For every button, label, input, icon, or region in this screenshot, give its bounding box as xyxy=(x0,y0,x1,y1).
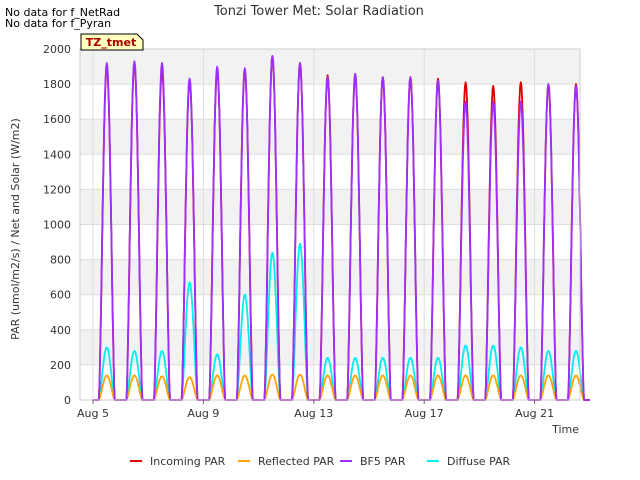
x-tick-label: Aug 13 xyxy=(294,407,333,420)
grid-band xyxy=(80,294,580,330)
y-tick-label: 1400 xyxy=(43,148,71,161)
legend-label: Reflected PAR xyxy=(258,455,335,468)
y-tick-label: 1800 xyxy=(43,78,71,91)
y-tick-label: 600 xyxy=(50,289,71,302)
legend-label: Incoming PAR xyxy=(150,455,226,468)
x-tick-label: Aug 17 xyxy=(405,407,444,420)
y-tick-label: 1600 xyxy=(43,113,71,126)
y-tick-label: 400 xyxy=(50,324,71,337)
x-axis-label: Time xyxy=(551,423,579,436)
legend-label: BF5 PAR xyxy=(360,455,406,468)
grid-band xyxy=(80,189,580,225)
badge-label: TZ_tmet xyxy=(86,36,136,49)
y-tick-label: 200 xyxy=(50,359,71,372)
y-tick-label: 2000 xyxy=(43,43,71,56)
x-tick-label: Aug 21 xyxy=(515,407,554,420)
grid-band xyxy=(80,259,580,295)
solar-radiation-chart: 0 200 400 600 800 1000 1200 1400 1600 1800 2000 Au… xyxy=(9,4,590,468)
grid-band xyxy=(80,49,580,85)
x-axis-ticks: Aug 5 Aug 9 Aug 13 Aug 17 Aug 21 xyxy=(77,400,554,420)
x-tick-label: Aug 5 xyxy=(77,407,109,420)
y-tick-label: 1000 xyxy=(43,219,71,232)
chart-title: Tonzi Tower Met: Solar Radiation xyxy=(213,4,424,19)
y-tick-label: 1200 xyxy=(43,183,71,196)
grid-band xyxy=(80,224,580,260)
y-tick-label: 0 xyxy=(64,394,71,407)
x-tick-label: Aug 9 xyxy=(187,407,219,420)
y-axis-ticks: 0 200 400 600 800 1000 1200 1400 1600 1800 2000 xyxy=(43,43,71,407)
y-axis-label: PAR (umol/m2/s) / Net and Solar (W/m2) xyxy=(9,118,22,340)
y-tick-label: 800 xyxy=(50,254,71,267)
legend-label: Diffuse PAR xyxy=(447,455,511,468)
station-badge: TZ_tmet xyxy=(80,33,144,51)
legend: Incoming PAR Reflected PAR BF5 PAR Diffuse … xyxy=(130,455,511,468)
